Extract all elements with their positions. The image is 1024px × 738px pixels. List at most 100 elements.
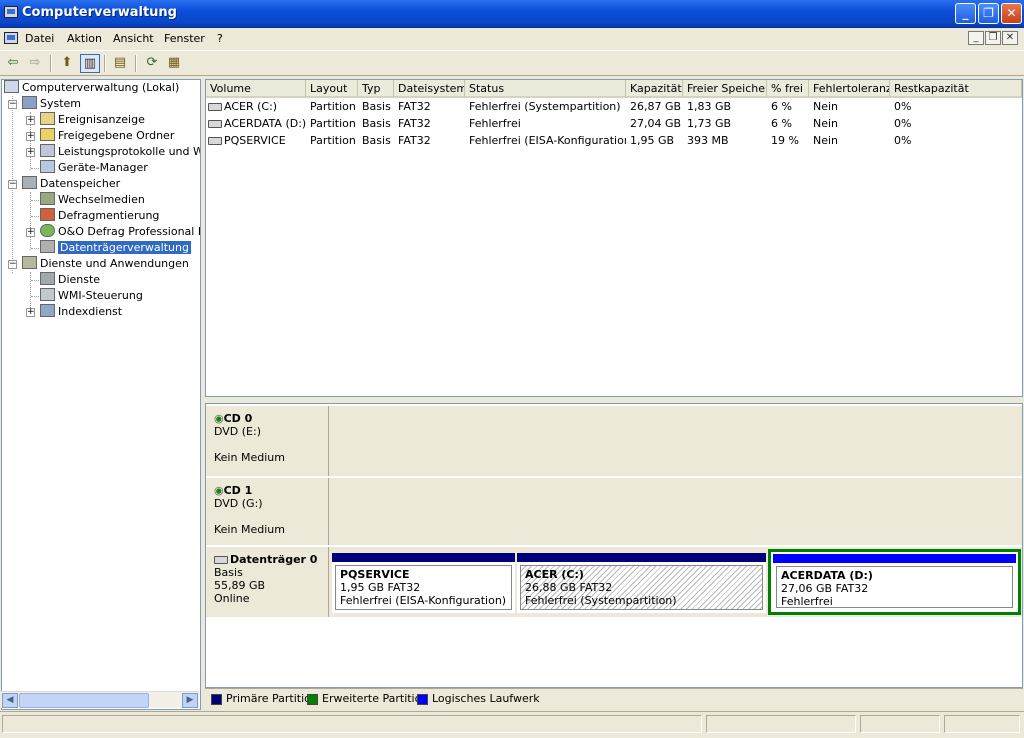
menu-help[interactable]: ? (217, 32, 223, 45)
disk-row-disk0[interactable]: Datenträger 0 Basis 55,89 GB Online PQSE… (206, 547, 1022, 617)
tree-item-wmi-steuerung[interactable]: WMI-Steuerung (40, 288, 143, 304)
cell-kapazitaet: 1,95 GB (630, 134, 675, 147)
partition-acer-c[interactable]: ACER (C:) 26,88 GB FAT32 Fehlerfrei (Sys… (517, 553, 766, 613)
properties-icon[interactable]: ▤ (110, 54, 130, 73)
menu-fenster[interactable]: Fenster (164, 32, 205, 45)
menu-bar: Datei Aktion Ansicht Fenster ? _ ❐ ✕ (0, 28, 1024, 50)
disk-label-cd1[interactable]: ◉CD 1 DVD (G:) Kein Medium (206, 478, 329, 545)
column-header-prozent-frei[interactable]: % frei (767, 80, 809, 98)
collapse-dienste-anwendungen-button[interactable]: − (8, 260, 17, 269)
child-restore-button[interactable]: ❐ (985, 31, 1001, 45)
hard-drive-icon (208, 120, 222, 128)
toolbar: ⇦ ⇨ ⬆ ▥ ▤ ⟳ ▦ (0, 50, 1024, 76)
column-header-status[interactable]: Status (465, 80, 626, 98)
tree-item-dienste-anwendungen[interactable]: Dienste und Anwendungen (22, 256, 189, 272)
tree-line (31, 296, 39, 297)
services-gear-icon (40, 272, 55, 285)
column-header-restkapazitaet[interactable]: Restkapazität (890, 80, 1022, 98)
forward-arrow-icon[interactable]: ⇨ (25, 54, 45, 73)
cell-status: Fehlerfrei (EISA-Konfiguration) (469, 134, 626, 147)
column-header-dateisystem[interactable]: Dateisystem (394, 80, 465, 98)
tree-item-datentraegerverwaltung[interactable]: Datenträgerverwaltung (40, 240, 191, 256)
expand-oo-defrag-button[interactable]: + (26, 228, 35, 237)
cell-fehlertoleranz: Nein (813, 134, 839, 147)
disk-label-cd0[interactable]: ◉CD 0 DVD (E:) Kein Medium (206, 406, 329, 476)
collapse-datenspeicher-button[interactable]: − (8, 180, 17, 189)
tree-item-root[interactable]: Computerverwaltung (Lokal) (4, 80, 179, 96)
menu-datei[interactable]: Datei (25, 32, 54, 45)
tree-item-wechselmedien[interactable]: Wechselmedien (40, 192, 145, 208)
expand-indexdienst-button[interactable]: + (26, 308, 35, 317)
tree-item-leistungsprotokolle[interactable]: Leistungsprotokolle und Warn (40, 144, 200, 160)
computer-management-icon (4, 6, 18, 18)
removable-storage-icon (40, 192, 55, 205)
legend-label-logical: Logisches Laufwerk (432, 692, 540, 705)
back-arrow-icon[interactable]: ⇦ (3, 54, 23, 73)
volume-list[interactable]: Volume Layout Typ Dateisystem Status Kap… (205, 79, 1023, 397)
cell-prozent-frei: 6 % (771, 100, 792, 113)
partition-acerdata-d[interactable]: ACERDATA (D:) 27,06 GB FAT32 Fehlerfrei (776, 566, 1013, 608)
tree-item-dienste[interactable]: Dienste (40, 272, 100, 288)
column-header-kapazitaet[interactable]: Kapazität (626, 80, 683, 98)
refresh-icon[interactable]: ⟳ (142, 54, 162, 73)
window-title: Computerverwaltung (22, 5, 177, 20)
computer-icon (4, 80, 19, 93)
defragmenter-icon (40, 208, 55, 221)
services-applications-icon (22, 256, 37, 269)
maximize-button[interactable]: ❐ (978, 3, 999, 24)
extended-partition[interactable]: ACERDATA (D:) 27,06 GB FAT32 Fehlerfrei (768, 549, 1021, 615)
legend-label-extended: Erweiterte Partition (322, 692, 429, 705)
column-header-fehlertoleranz[interactable]: Fehlertoleranz (809, 80, 890, 98)
scroll-right-button[interactable]: ▶ (182, 693, 198, 708)
disk-area-cd0 (330, 406, 1022, 476)
column-header-layout[interactable]: Layout (306, 80, 358, 98)
mmc-system-menu-icon[interactable] (4, 32, 18, 44)
legend-swatch-extended (307, 694, 318, 705)
toolbar-separator (50, 55, 52, 72)
cell-restkapazitaet: 0% (894, 117, 912, 130)
tree-item-geraete-manager[interactable]: Geräte-Manager (40, 160, 148, 176)
close-button[interactable]: ✕ (1001, 3, 1022, 24)
disk-graphical-view[interactable]: ◉CD 0 DVD (E:) Kein Medium ◉CD 1 DVD (G:… (205, 403, 1023, 688)
title-bar[interactable]: Computerverwaltung _ ❐ ✕ (0, 0, 1024, 28)
collapse-system-button[interactable]: − (8, 100, 17, 109)
help-icon[interactable]: ▦ (164, 54, 184, 73)
tree-item-datenspeicher[interactable]: Datenspeicher (22, 176, 120, 192)
tree-item-ereignisanzeige[interactable]: Ereignisanzeige (40, 112, 145, 128)
tree-line (31, 216, 39, 217)
partition-pqservice[interactable]: PQSERVICE 1,95 GB FAT32 Fehlerfrei (EISA… (332, 553, 515, 613)
scroll-thumb[interactable] (19, 693, 149, 708)
disk-row-cd0[interactable]: ◉CD 0 DVD (E:) Kein Medium (206, 406, 1022, 476)
child-minimize-button[interactable]: _ (968, 31, 984, 45)
up-folder-icon[interactable]: ⬆ (57, 54, 77, 73)
console-tree[interactable]: Computerverwaltung (Lokal) − System + Er… (1, 79, 201, 710)
expand-freigegebene-ordner-button[interactable]: + (26, 132, 35, 141)
cell-status: Fehlerfrei (469, 117, 521, 130)
tree-horizontal-scrollbar[interactable]: ◀ ▶ (1, 691, 199, 708)
device-manager-icon (40, 160, 55, 173)
cell-typ: Basis (362, 100, 391, 113)
oo-defrag-icon (40, 224, 55, 237)
tree-item-defragmentierung[interactable]: Defragmentierung (40, 208, 159, 224)
cell-kapazitaet: 27,04 GB (630, 117, 682, 130)
column-header-typ[interactable]: Typ (358, 80, 394, 98)
disk-label-disk0[interactable]: Datenträger 0 Basis 55,89 GB Online (206, 547, 329, 617)
minimize-button[interactable]: _ (955, 3, 976, 24)
tree-item-freigegebene-ordner[interactable]: Freigegebene Ordner (40, 128, 174, 144)
disk-row-cd1[interactable]: ◉CD 1 DVD (G:) Kein Medium (206, 478, 1022, 545)
tree-item-oo-defrag[interactable]: O&O Defrag Professional Edi (40, 224, 200, 240)
child-close-button[interactable]: ✕ (1002, 31, 1018, 45)
show-hide-tree-icon[interactable]: ▥ (80, 54, 100, 73)
column-header-freier-speicher[interactable]: Freier Speicher (683, 80, 767, 98)
column-header-volume[interactable]: Volume (206, 80, 306, 98)
menu-aktion[interactable]: Aktion (67, 32, 102, 45)
expand-leistungsprotokolle-button[interactable]: + (26, 148, 35, 157)
cell-fehlertoleranz: Nein (813, 100, 839, 113)
menu-ansicht[interactable]: Ansicht (113, 32, 154, 45)
scroll-left-button[interactable]: ◀ (2, 693, 18, 708)
tree-item-system[interactable]: System (22, 96, 81, 112)
cell-restkapazitaet: 0% (894, 134, 912, 147)
expand-ereignisanzeige-button[interactable]: + (26, 116, 35, 125)
tree-item-indexdienst[interactable]: Indexdienst (40, 304, 122, 320)
cell-restkapazitaet: 0% (894, 100, 912, 113)
